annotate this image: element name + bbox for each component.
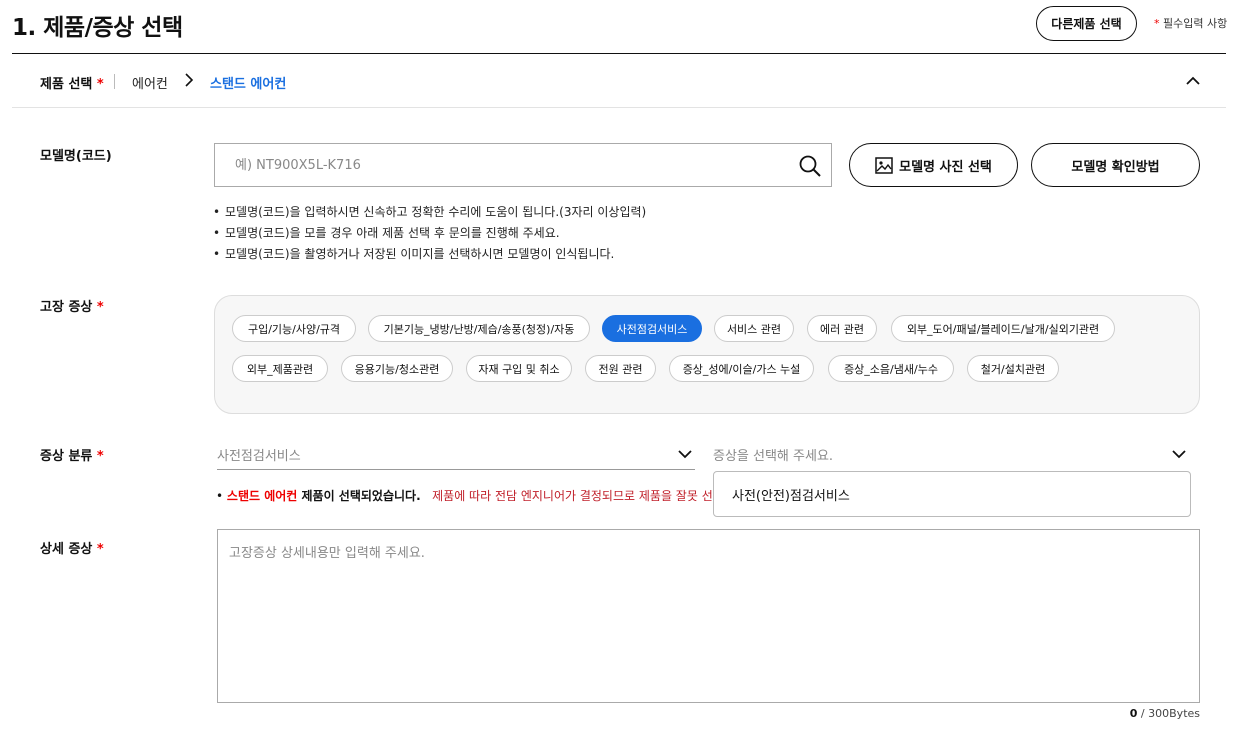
symptom-chip[interactable]: 외부_도어/패널/블레이드/날개/실외기관련 (891, 315, 1115, 342)
detail-label-text: 상세 증상 (40, 542, 93, 557)
model-howto-button[interactable]: 모델명 확인방법 (1031, 143, 1200, 187)
symptom-chip[interactable]: 전원 관련 (585, 355, 656, 382)
model-note: 모델명(코드)을 촬영하거나 저장된 이미지를 선택하시면 모델명이 인식됩니다… (213, 244, 646, 265)
breadcrumb-separator (114, 74, 115, 89)
search-icon[interactable] (798, 154, 822, 178)
required-note: * 필수입력 사항 (1154, 15, 1227, 31)
engineer-warning: 제품에 따라 전담 엔지니어가 결정되므로 제품을 잘못 선 (432, 489, 713, 503)
detail-textarea[interactable] (217, 529, 1200, 703)
symptom-chip-active[interactable]: 사전점검서비스 (602, 315, 702, 342)
page-title: 1. 제품/증상 선택 (12, 15, 183, 41)
model-photo-label: 모델명 사진 선택 (899, 159, 992, 175)
section-divider (12, 107, 1226, 108)
symptom-category-select[interactable]: 사전점검서비스 (217, 437, 695, 471)
model-note: 모델명(코드)을 입력하시면 신속하고 정확한 수리에 도움이 됩니다.(3자리… (213, 202, 646, 223)
selected-product-text: 제품이 선택되었습니다. (297, 489, 421, 503)
breadcrumb-category[interactable]: 에어컨 (132, 73, 168, 92)
required-star: * (96, 449, 104, 464)
symptom-chip[interactable]: 증상_성에/이슬/가스 누설 (669, 355, 814, 382)
required-star: * (96, 542, 104, 557)
model-photo-button[interactable]: 모델명 사진 선택 (849, 143, 1018, 187)
product-select-label: 제품 선택 * (40, 73, 104, 92)
chevron-right-icon (185, 73, 194, 87)
select-underline (217, 469, 695, 470)
image-icon (875, 156, 893, 174)
selected-product-name: 스탠드 에어컨 (226, 489, 298, 503)
chevron-down-icon (678, 450, 692, 459)
other-product-button[interactable]: 다른제품 선택 (1036, 6, 1137, 41)
model-note: 모델명(코드)을 모를 경우 아래 제품 선택 후 문의를 진행해 주세요. (213, 223, 646, 244)
symptom-chip[interactable]: 자재 구입 및 취소 (466, 355, 572, 382)
required-star: * (96, 300, 104, 315)
breadcrumb-subcategory[interactable]: 스탠드 에어컨 (210, 73, 286, 92)
symptom-chip-box: 구입/기능/사양/규격 기본기능_냉방/난방/제습/송풍(청정)/자동 사전점검… (214, 295, 1200, 414)
symptom-chip[interactable]: 철거/설치관련 (967, 355, 1059, 382)
symptom-chip[interactable]: 에러 관련 (807, 315, 877, 342)
symptom-chip[interactable]: 증상_소음/냄새/누수 (828, 355, 954, 382)
symptom-label-text: 고장 증상 (40, 300, 93, 315)
classification-label-text: 증상 분류 (40, 449, 93, 464)
header-divider (12, 53, 1226, 54)
required-note-text: 필수입력 사항 (1159, 17, 1228, 30)
product-selected-info: • 스탠드 에어컨 제품이 선택되었습니다. 제품에 따라 전담 엔지니어가 결… (216, 489, 713, 503)
required-star: * (96, 77, 104, 92)
model-label: 모델명(코드) (40, 149, 112, 164)
symptom-chip[interactable]: 서비스 관련 (714, 315, 794, 342)
symptom-chip[interactable]: 응용기능/청소관련 (341, 355, 453, 382)
byte-counter: 0 / 300Bytes (1110, 707, 1200, 720)
model-search-input[interactable] (214, 143, 832, 187)
symptom-detail-select[interactable]: 증상을 선택해 주세요. (713, 437, 1191, 471)
symptom-chip[interactable]: 기본기능_냉방/난방/제습/송풍(청정)/자동 (368, 315, 590, 342)
detail-label: 상세 증상 * (40, 538, 104, 557)
byte-limit: / 300Bytes (1137, 707, 1200, 720)
symptom-category-value: 사전점검서비스 (217, 449, 301, 464)
symptom-label: 고장 증상 * (40, 296, 104, 315)
dropdown-option[interactable]: 사전(안전)점검서비스 (713, 471, 1191, 517)
product-select-label-text: 제품 선택 (40, 77, 93, 92)
chevron-down-icon (1172, 450, 1186, 459)
symptom-detail-placeholder: 증상을 선택해 주세요. (713, 449, 834, 464)
chevron-up-icon[interactable] (1184, 73, 1202, 89)
classification-label: 증상 분류 * (40, 445, 104, 464)
model-notes: 모델명(코드)을 입력하시면 신속하고 정확한 수리에 도움이 됩니다.(3자리… (213, 202, 646, 265)
symptom-chip[interactable]: 구입/기능/사양/규격 (232, 315, 356, 342)
symptom-chip[interactable]: 외부_제품관련 (232, 355, 328, 382)
